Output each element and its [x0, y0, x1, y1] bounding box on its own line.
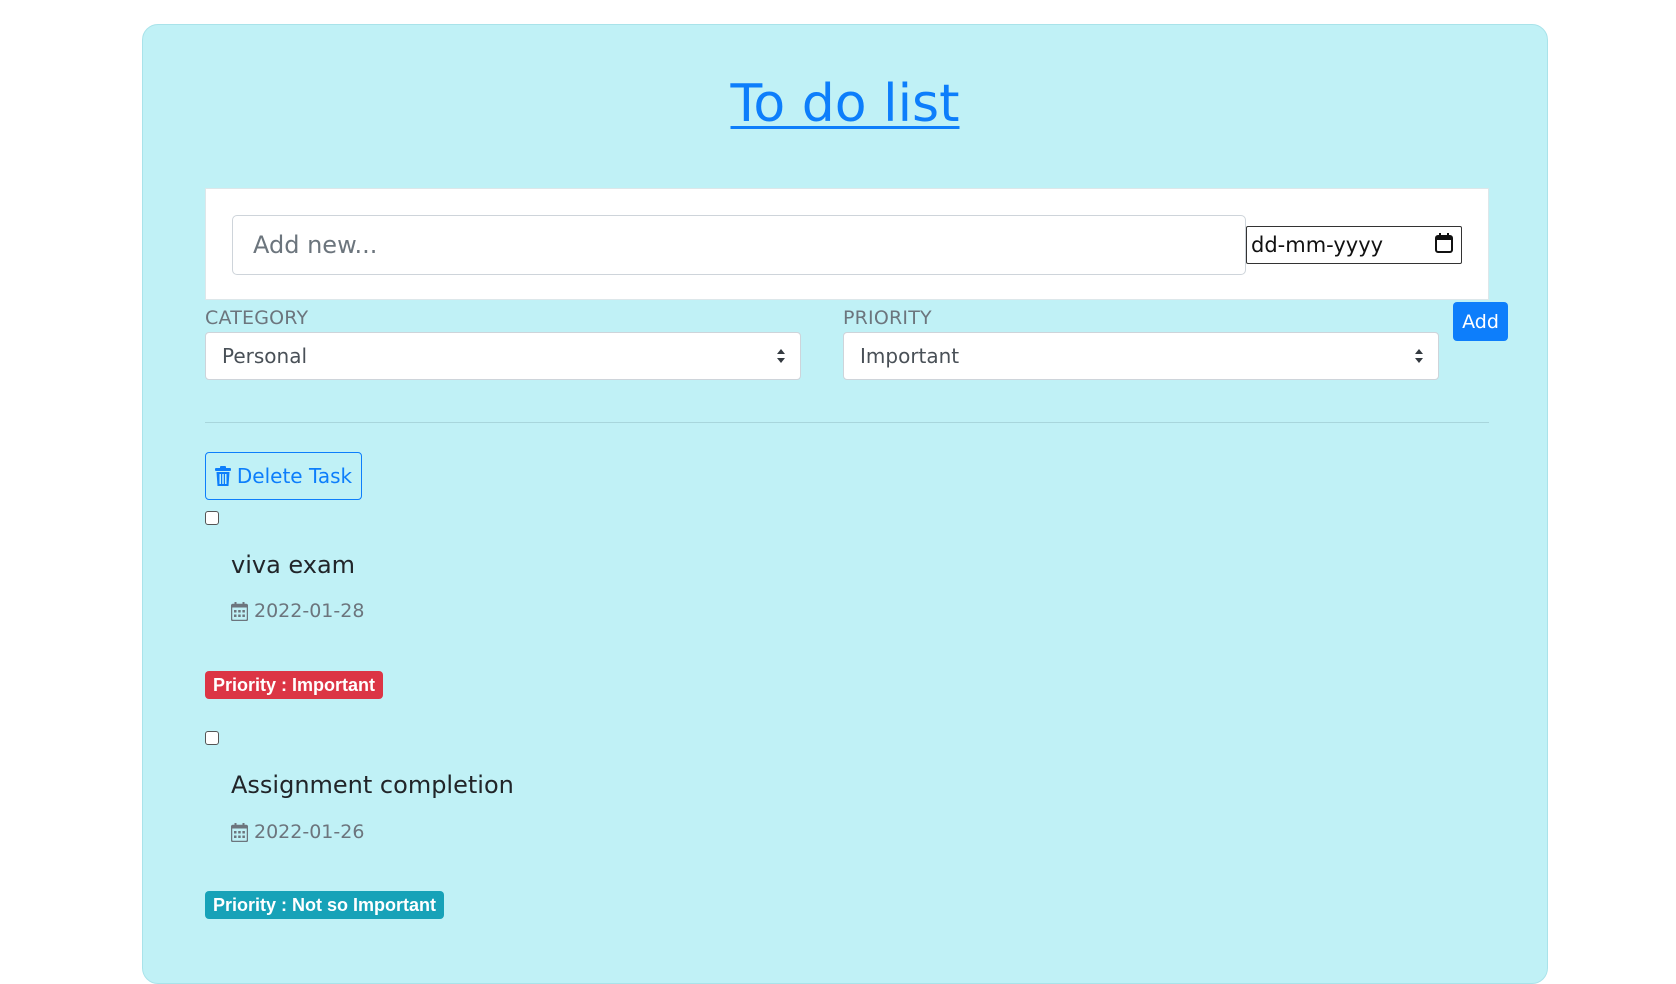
- priority-label: PRIORITY: [843, 307, 932, 329]
- divider: [205, 422, 1489, 423]
- priority-badge: Priority : Not so Important: [205, 891, 445, 919]
- priority-badge: Priority : Important: [205, 671, 384, 699]
- task-date: 2022-01-26: [231, 821, 364, 843]
- task-checkbox[interactable]: [205, 511, 219, 525]
- todo-card: To do list dd-mm-yyyy CATEGORY Personal …: [142, 24, 1548, 984]
- task-title: Assignment completion: [231, 771, 514, 799]
- select-arrows-icon: [1415, 349, 1423, 363]
- priority-select[interactable]: Important: [843, 332, 1439, 380]
- new-task-input[interactable]: [232, 215, 1246, 275]
- page-title[interactable]: To do list: [143, 73, 1547, 135]
- select-arrows-icon: [777, 349, 785, 363]
- task-checkbox[interactable]: [205, 731, 219, 745]
- priority-selected: Important: [860, 344, 960, 368]
- trash-icon: [214, 466, 231, 486]
- calendar-icon: [231, 822, 248, 842]
- category-select[interactable]: Personal: [205, 332, 801, 380]
- new-task-panel: dd-mm-yyyy: [205, 188, 1489, 300]
- task-date-text: 2022-01-28: [254, 600, 365, 622]
- task-title: viva exam: [231, 551, 356, 579]
- add-button[interactable]: Add: [1453, 302, 1508, 341]
- delete-task-button[interactable]: Delete Task: [205, 452, 362, 500]
- delete-task-label: Delete Task: [236, 464, 353, 488]
- calendar-icon: [231, 601, 248, 621]
- category-selected: Personal: [222, 344, 308, 368]
- calendar-icon[interactable]: [1435, 233, 1453, 253]
- category-label: CATEGORY: [205, 307, 309, 329]
- date-placeholder: dd-mm-yyyy: [1251, 233, 1384, 257]
- due-date-input[interactable]: dd-mm-yyyy: [1246, 226, 1462, 264]
- task-date-text: 2022-01-26: [254, 821, 365, 843]
- task-date: 2022-01-28: [231, 600, 364, 622]
